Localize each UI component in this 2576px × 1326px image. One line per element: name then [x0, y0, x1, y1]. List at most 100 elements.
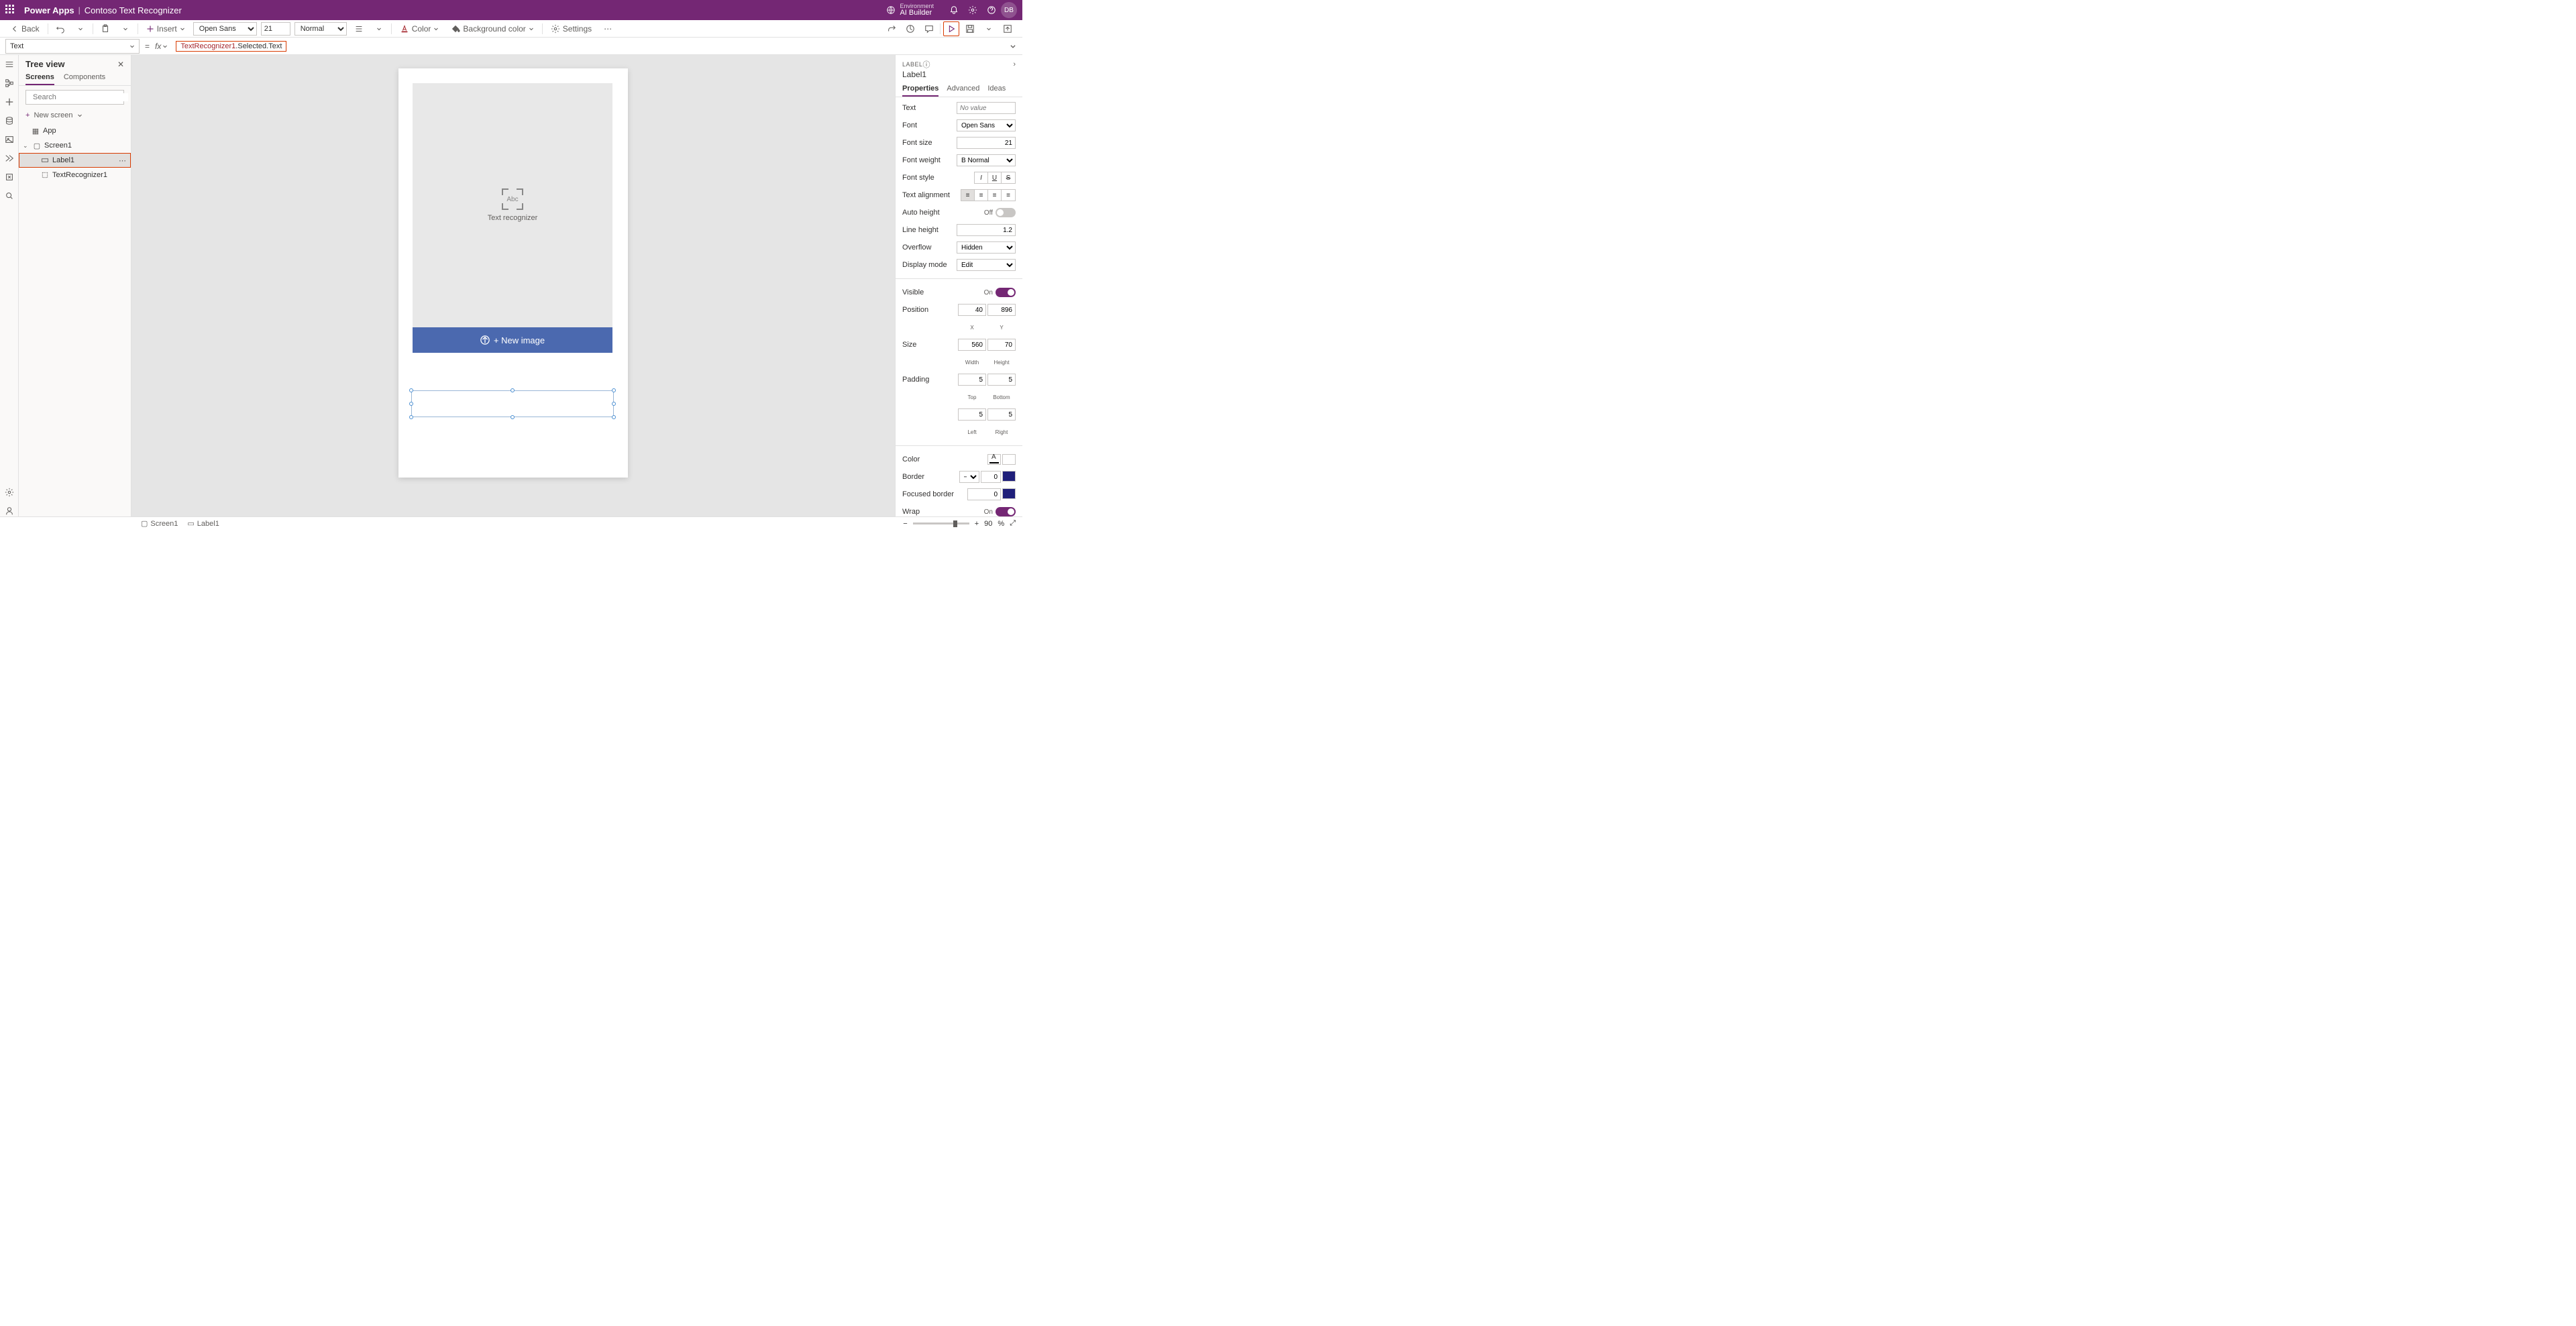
- text-color-picker[interactable]: A: [987, 454, 1001, 465]
- tab-components[interactable]: Components: [64, 70, 105, 85]
- pad-r-input[interactable]: [987, 408, 1016, 421]
- border-width-input[interactable]: [981, 471, 1001, 483]
- text-align-segment[interactable]: ≡≡≡≡: [961, 189, 1016, 201]
- hamburger-icon[interactable]: [4, 59, 15, 70]
- tab-advanced[interactable]: Advanced: [947, 82, 979, 97]
- text-recognizer-control[interactable]: Abc Text recognizer + New image: [413, 83, 612, 353]
- back-button[interactable]: Back: [7, 21, 44, 36]
- tree-view-icon[interactable]: [4, 78, 15, 89]
- size-w-input[interactable]: [958, 339, 986, 351]
- list-chevron[interactable]: [371, 21, 387, 36]
- prop-fontsize-input[interactable]: [957, 137, 1016, 149]
- resize-handle[interactable]: [511, 388, 515, 392]
- font-color-button[interactable]: Color: [396, 21, 443, 36]
- insert-rail-icon[interactable]: [4, 97, 15, 107]
- pad-t-input[interactable]: [958, 374, 986, 386]
- autoheight-toggle[interactable]: [996, 208, 1016, 217]
- font-style-segment[interactable]: IUS: [974, 172, 1016, 184]
- resize-handle[interactable]: [409, 415, 413, 419]
- formula-expand-button[interactable]: [1004, 43, 1022, 50]
- undo-chevron[interactable]: [72, 21, 89, 36]
- tree-screen-node[interactable]: ⌄▢Screen1: [19, 138, 131, 153]
- pad-l-input[interactable]: [958, 408, 986, 421]
- save-button[interactable]: [962, 21, 978, 36]
- tree-recognizer-node[interactable]: TextRecognizer1: [19, 168, 131, 182]
- tab-ideas[interactable]: Ideas: [987, 82, 1006, 97]
- info-icon[interactable]: ⓘ: [923, 59, 930, 70]
- wrap-toggle[interactable]: [996, 507, 1016, 516]
- list-format-button[interactable]: [351, 21, 367, 36]
- zoom-slider[interactable]: [913, 522, 969, 524]
- publish-button[interactable]: [1000, 21, 1016, 36]
- tree-app-node[interactable]: ▦App: [19, 123, 131, 138]
- save-chevron[interactable]: [981, 21, 997, 36]
- app-launcher-icon[interactable]: [5, 5, 16, 15]
- fx-button[interactable]: fx: [155, 42, 168, 51]
- resize-handle[interactable]: [612, 415, 616, 419]
- settings-button[interactable]: Settings: [547, 21, 596, 36]
- pad-b-input[interactable]: [987, 374, 1016, 386]
- tree-search[interactable]: [25, 90, 124, 105]
- font-weight-select[interactable]: Normal: [294, 22, 347, 36]
- resize-handle[interactable]: [409, 402, 413, 406]
- status-label[interactable]: ▭Label1: [187, 519, 219, 528]
- data-icon[interactable]: [4, 115, 15, 126]
- power-automate-icon[interactable]: [4, 153, 15, 164]
- resize-handle[interactable]: [409, 388, 413, 392]
- expand-props-icon[interactable]: ›: [1013, 60, 1016, 68]
- more-button[interactable]: ⋯: [600, 21, 616, 36]
- close-tree-icon[interactable]: ✕: [117, 60, 124, 69]
- tree-label-node[interactable]: Label1⋯: [19, 153, 131, 168]
- property-selector[interactable]: Text: [5, 39, 140, 54]
- zoom-in-button[interactable]: +: [975, 520, 979, 528]
- search-rail-icon[interactable]: [4, 190, 15, 201]
- user-avatar[interactable]: DB: [1001, 2, 1017, 18]
- settings-rail-icon[interactable]: [4, 487, 15, 498]
- border-color-picker[interactable]: [1002, 471, 1016, 482]
- label-control[interactable]: [411, 390, 614, 417]
- focusborder-color-picker[interactable]: [1002, 488, 1016, 499]
- prop-fontweight-select[interactable]: B Normal: [957, 154, 1016, 166]
- prop-overflow-select[interactable]: Hidden: [957, 241, 1016, 254]
- pos-x-input[interactable]: [958, 304, 986, 316]
- resize-handle[interactable]: [612, 402, 616, 406]
- notifications-icon[interactable]: [945, 1, 963, 19]
- new-screen-button[interactable]: +New screen: [19, 109, 131, 122]
- prop-text-input[interactable]: [957, 102, 1016, 114]
- help-icon[interactable]: [982, 1, 1001, 19]
- phone-screen[interactable]: Abc Text recognizer + New image: [398, 68, 628, 478]
- prop-lineheight-input[interactable]: [957, 224, 1016, 236]
- tab-properties[interactable]: Properties: [902, 82, 938, 97]
- prop-font-select[interactable]: Open Sans: [957, 119, 1016, 131]
- undo-button[interactable]: [52, 21, 68, 36]
- play-button[interactable]: [943, 21, 959, 36]
- settings-gear-icon[interactable]: [963, 1, 982, 19]
- fit-screen-button[interactable]: ⤢: [1010, 519, 1016, 528]
- pos-y-input[interactable]: [987, 304, 1016, 316]
- variables-icon[interactable]: [4, 172, 15, 182]
- bg-color-button[interactable]: Background color: [447, 21, 537, 36]
- share-button[interactable]: [883, 21, 900, 36]
- status-screen[interactable]: ▢Screen1: [141, 519, 178, 528]
- design-canvas[interactable]: Abc Text recognizer + New image: [131, 55, 895, 516]
- tab-screens[interactable]: Screens: [25, 70, 54, 85]
- resize-handle[interactable]: [612, 388, 616, 392]
- formula-input[interactable]: TextRecognizer1.Selected.Text: [173, 41, 1004, 52]
- visible-toggle[interactable]: [996, 288, 1016, 297]
- comments-button[interactable]: [921, 21, 937, 36]
- font-size-input[interactable]: [261, 22, 290, 36]
- prop-displaymode-select[interactable]: Edit: [957, 259, 1016, 271]
- environment-picker[interactable]: EnvironmentAI Builder: [886, 3, 934, 17]
- ask-virtual-agent-icon[interactable]: [4, 506, 15, 516]
- size-h-input[interactable]: [987, 339, 1016, 351]
- paste-button[interactable]: [97, 21, 113, 36]
- zoom-out-button[interactable]: −: [903, 520, 907, 528]
- insert-button[interactable]: Insert: [142, 21, 189, 36]
- new-image-button[interactable]: + New image: [413, 327, 612, 353]
- focusborder-input[interactable]: [967, 488, 1001, 500]
- font-family-select[interactable]: Open Sans: [193, 22, 257, 36]
- border-style-select[interactable]: ─: [959, 471, 979, 483]
- fill-color-picker[interactable]: [1002, 454, 1016, 465]
- media-icon[interactable]: [4, 134, 15, 145]
- resize-handle[interactable]: [511, 415, 515, 419]
